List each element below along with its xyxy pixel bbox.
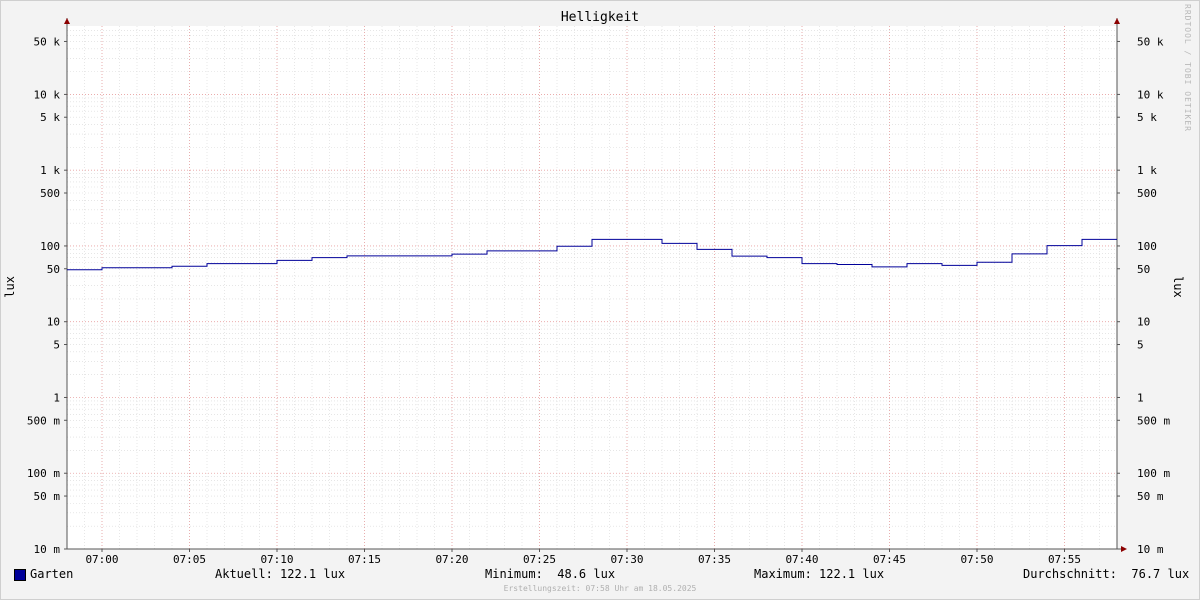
x-tick-label: 07:15: [348, 553, 381, 566]
y-tick-label-right: 50 m: [1137, 490, 1164, 503]
y-tick-label-left: 50 m: [34, 490, 61, 503]
x-tick-label: 07:30: [610, 553, 643, 566]
y-axis-arrow-left: [64, 18, 70, 24]
creation-time: Erstellungszeit: 07:58 Uhr am 18.05.2025: [503, 584, 697, 593]
y-tick-label-right: 5: [1137, 339, 1144, 352]
x-tick-label: 07:10: [260, 553, 293, 566]
y-tick-label-left: 5: [53, 339, 60, 352]
y-tick-label-left: 1: [53, 391, 60, 404]
y-tick-label-right: 5 k: [1137, 111, 1157, 124]
y-tick-label-left: 50: [47, 263, 60, 276]
y-tick-label-left: 50 k: [34, 35, 61, 48]
x-tick-label: 07:20: [435, 553, 468, 566]
y-axis-arrow-right: [1114, 18, 1120, 24]
y-tick-label-right: 10 m: [1137, 543, 1164, 556]
x-tick-label: 07:35: [698, 553, 731, 566]
y-tick-label-left: 100: [40, 240, 60, 253]
y-tick-label-left: 500: [40, 187, 60, 200]
legend-maximum: Maximum: 122.1 lux: [754, 567, 885, 581]
y-tick-label-left: 10 k: [34, 88, 61, 101]
x-tick-label: 07:40: [785, 553, 818, 566]
x-tick-label: 07:00: [85, 553, 118, 566]
y-tick-label-right: 100: [1137, 240, 1157, 253]
legend-minimum: Minimum: 48.6 lux: [485, 567, 616, 581]
x-tick-label: 07:50: [960, 553, 993, 566]
legend-average: Durchschnitt: 76.7 lux: [1023, 567, 1190, 581]
chart-canvas: 50 k 50 k10 k 10 k5 k5 k1 k1 k500 500100 100…: [27, 18, 1170, 566]
y-tick-label-right: 10 k: [1137, 88, 1164, 101]
y-tick-label-right: 50: [1137, 263, 1150, 276]
legend-current: Aktuell: 122.1 lux: [215, 567, 346, 581]
y-tick-label-left: 500 m: [27, 414, 60, 427]
x-tick-label: 07:55: [1048, 553, 1081, 566]
y-tick-label-left: 5 k: [40, 111, 60, 124]
x-tick-label: 07:05: [173, 553, 206, 566]
y-tick-label-right: 50 k: [1137, 35, 1164, 48]
y-tick-label-right: 10: [1137, 316, 1150, 329]
y-tick-label-right: 500 m: [1137, 414, 1170, 427]
y-tick-label-right: 500: [1137, 187, 1157, 200]
legend-swatch-garten: [14, 569, 26, 581]
y-tick-label-left: 10: [47, 316, 60, 329]
y-tick-label-right: 100 m: [1137, 467, 1170, 480]
y-tick-label-left: 10 m: [34, 543, 61, 556]
x-tick-label: 07:45: [873, 553, 906, 566]
legend-series-name: Garten: [30, 567, 74, 581]
x-axis-arrow: [1121, 546, 1127, 552]
y-tick-label-right: 1 k: [1137, 164, 1157, 177]
y-tick-label-right: 1: [1137, 391, 1144, 404]
y-tick-label-left: 100 m: [27, 467, 60, 480]
x-tick-label: 07:25: [523, 553, 556, 566]
y-tick-label-left: 1 k: [40, 164, 60, 177]
